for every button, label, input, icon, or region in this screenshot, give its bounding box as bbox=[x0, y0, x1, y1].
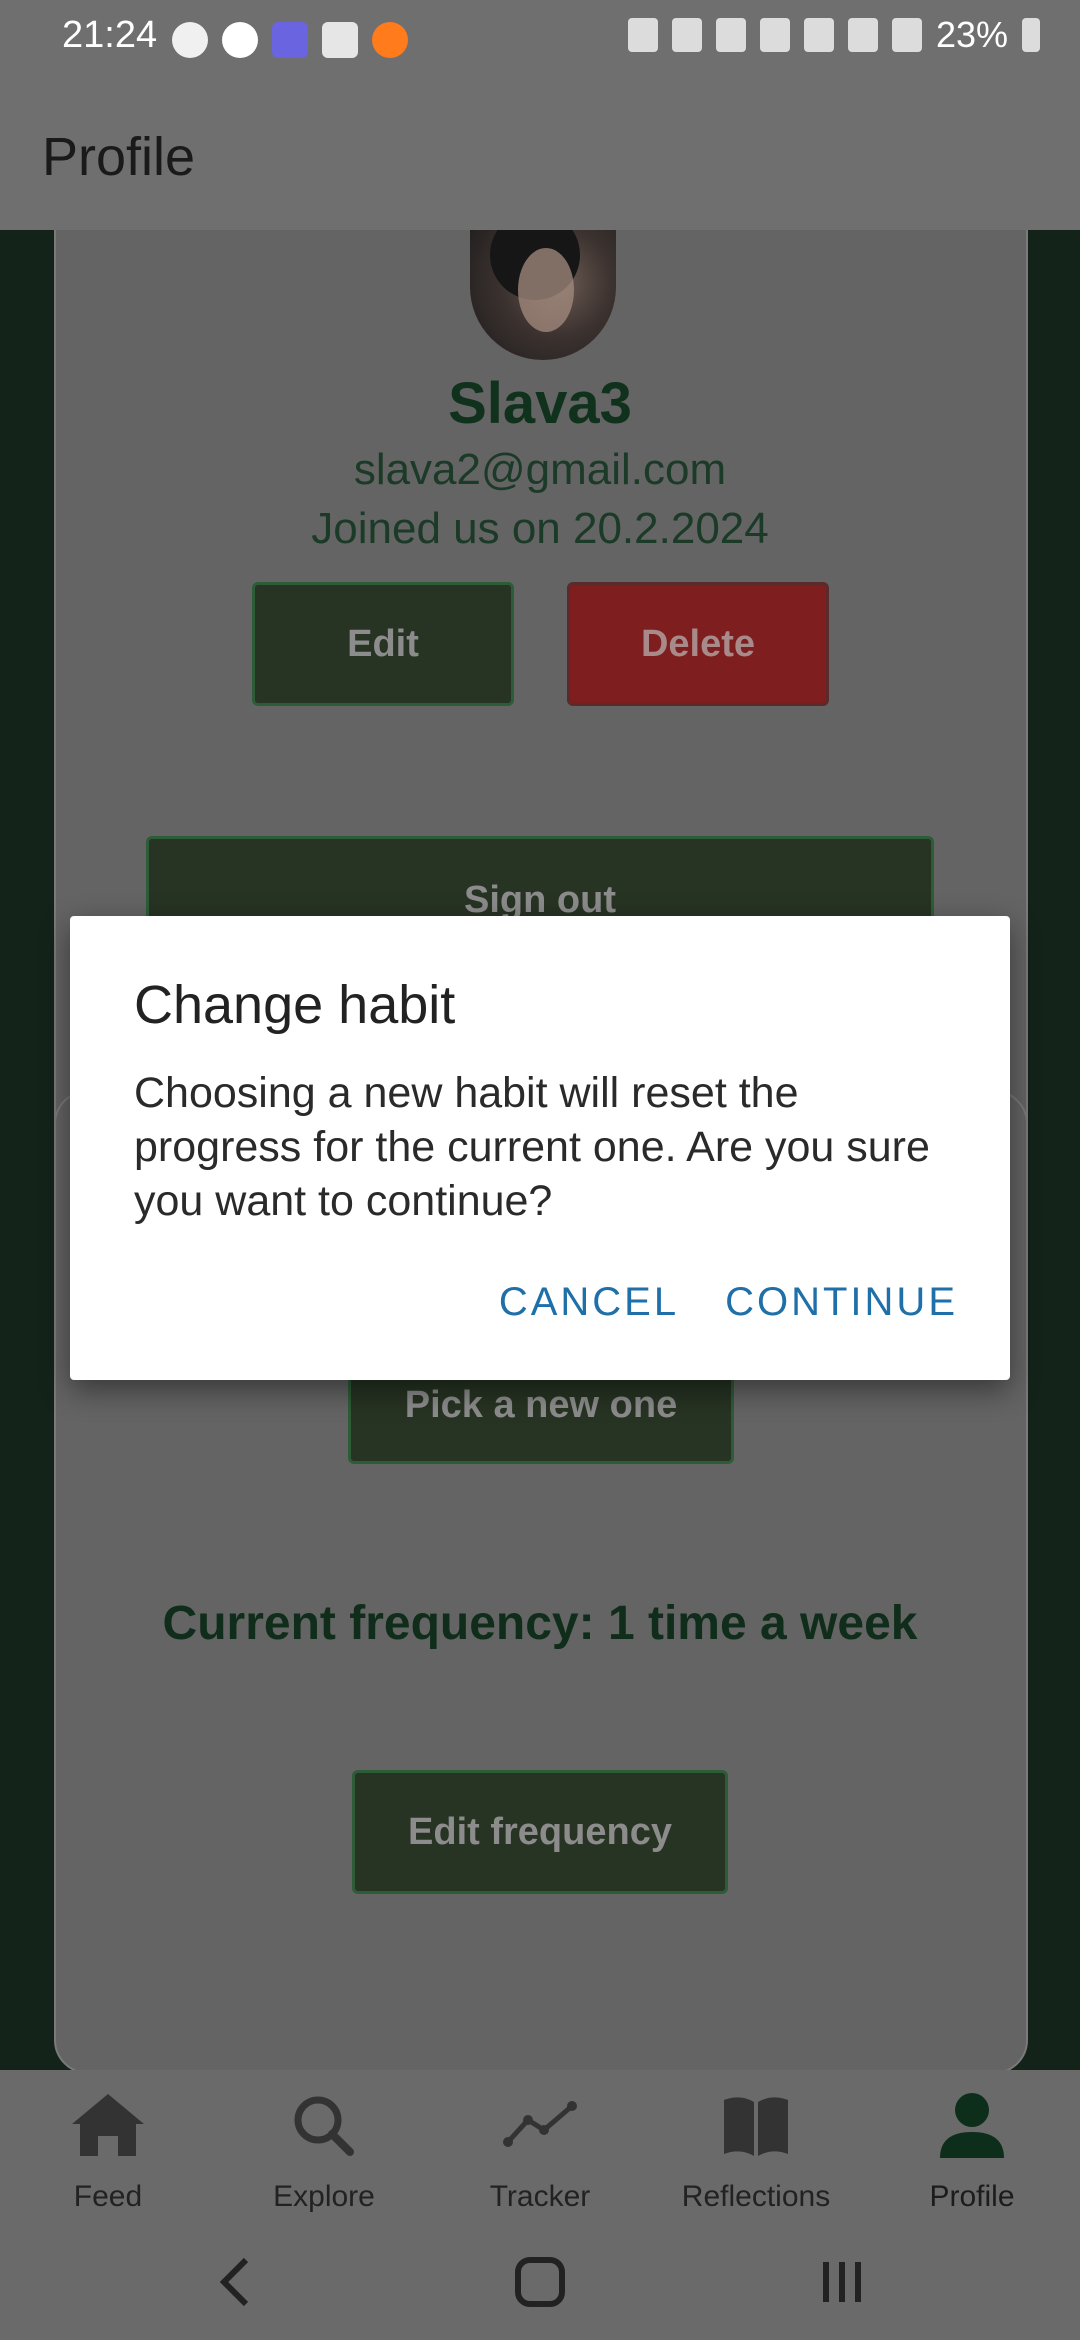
nav-item-reflections[interactable]: Reflections bbox=[648, 2070, 864, 2220]
battery-percent: 23% bbox=[935, 14, 1008, 55]
nav-label: Profile bbox=[929, 2180, 1015, 2213]
dialog-actions: CANCEL CONTINUE bbox=[499, 1280, 958, 1325]
home-button-icon[interactable] bbox=[510, 2252, 570, 2312]
chart-line-icon bbox=[503, 2101, 577, 2147]
system-navigation-bar bbox=[0, 2220, 1080, 2340]
home-icon bbox=[72, 2094, 144, 2156]
status-bar: 21:24 23% bbox=[0, 0, 1080, 84]
status-right: 23% bbox=[627, 14, 1040, 56]
nav-label: Feed bbox=[73, 2180, 143, 2213]
nav-label: Reflections bbox=[681, 2180, 831, 2213]
edit-frequency-button[interactable]: Edit frequency bbox=[352, 1770, 728, 1894]
mute-icon bbox=[671, 18, 702, 52]
edit-button[interactable]: Edit bbox=[252, 582, 514, 706]
recent-apps-icon[interactable] bbox=[812, 2252, 872, 2312]
volte-icon bbox=[759, 18, 790, 52]
widget-app-icon bbox=[272, 22, 308, 58]
dialog-message: Choosing a new habit will reset the prog… bbox=[134, 1069, 930, 1225]
gallery-app-icon bbox=[322, 22, 358, 58]
profile-joined: Joined us on 20.2.2024 bbox=[311, 504, 769, 553]
bottom-navigation: Feed Explore Tracker Reflections Profile bbox=[0, 2070, 1080, 2220]
nav-item-profile[interactable]: Profile bbox=[864, 2070, 1080, 2220]
book-icon bbox=[724, 2097, 788, 2156]
search-icon bbox=[294, 2096, 354, 2156]
signal-icon bbox=[847, 18, 878, 52]
roaming-signal-icon bbox=[891, 18, 922, 52]
notification-icons bbox=[172, 22, 408, 58]
firefox-app-icon bbox=[372, 22, 408, 58]
current-frequency: Current frequency: 1 time a week bbox=[162, 1597, 918, 1650]
back-icon[interactable] bbox=[206, 2252, 266, 2312]
page-title: Profile bbox=[42, 127, 196, 187]
profile-name: Slava3 bbox=[448, 371, 632, 436]
person-icon bbox=[940, 2093, 1004, 2158]
delete-button[interactable]: Delete bbox=[567, 582, 829, 706]
cancel-button[interactable]: CANCEL bbox=[499, 1280, 679, 1325]
nav-item-feed[interactable]: Feed bbox=[0, 2070, 216, 2220]
continue-button[interactable]: CONTINUE bbox=[725, 1280, 958, 1325]
nav-item-tracker[interactable]: Tracker bbox=[432, 2070, 648, 2220]
battery-icon bbox=[1022, 18, 1040, 52]
emoji-app-icon bbox=[172, 22, 208, 58]
nav-item-explore[interactable]: Explore bbox=[216, 2070, 432, 2220]
status-time: 21:24 bbox=[62, 14, 158, 56]
dialog-title: Change habit bbox=[134, 975, 456, 1035]
network-4g-icon bbox=[803, 18, 834, 52]
battery-saver-icon bbox=[627, 18, 658, 52]
app-bar: Profile bbox=[0, 84, 1080, 230]
avatar-face bbox=[518, 248, 574, 332]
nav-label: Explore bbox=[273, 2180, 375, 2213]
hotspot-icon bbox=[715, 18, 746, 52]
nav-label: Tracker bbox=[489, 2180, 591, 2213]
change-habit-dialog: Change habit Choosing a new habit will r… bbox=[70, 916, 1010, 1380]
profile-email: slava2@gmail.com bbox=[353, 445, 727, 494]
arc-app-icon bbox=[222, 22, 258, 58]
